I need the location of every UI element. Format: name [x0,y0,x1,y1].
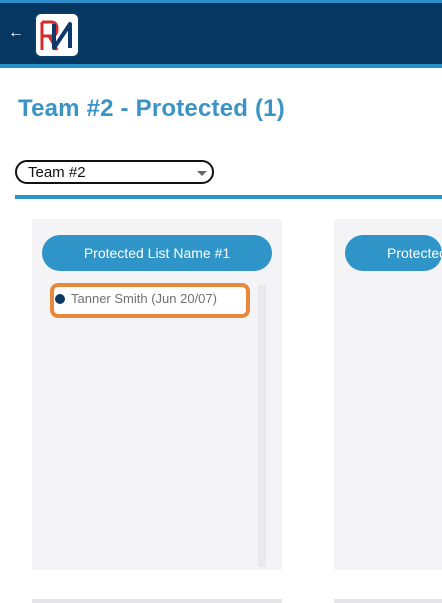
protected-list-header[interactable]: Protected List Name #1 [42,235,272,271]
chevron-down-icon [197,171,207,176]
list-scrollbar[interactable] [258,285,266,567]
rn-logo-icon [40,20,72,51]
team-select-value: Team #2 [28,164,86,181]
back-arrow-icon[interactable]: ← [7,23,25,43]
team-select-dropdown[interactable]: Team #2 [15,160,214,184]
panel-bottom-edge [32,599,282,603]
app-logo[interactable] [34,12,80,58]
protected-list-header[interactable]: Protected [345,235,442,271]
protected-list-panel [334,219,442,570]
panel-bottom-edge [334,599,442,603]
list-item[interactable]: Tanner Smith (Jun 20/07) [50,283,250,318]
protected-list-panel [32,219,282,570]
player-name: Tanner Smith (Jun 20/07) [71,291,217,306]
top-app-bar: ← [0,0,442,68]
bullet-icon [55,294,65,304]
page-title: Team #2 - Protected (1) [18,95,285,122]
section-divider [15,195,442,199]
